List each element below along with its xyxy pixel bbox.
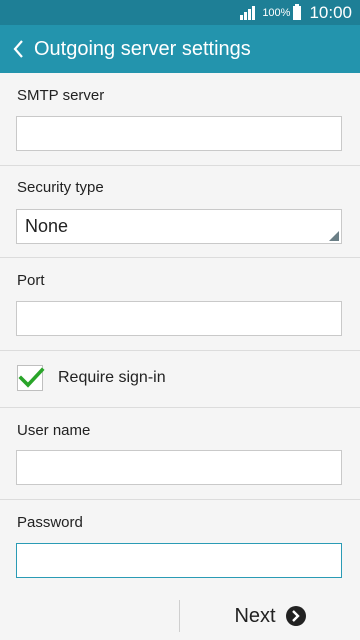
next-button[interactable]: Next [180, 592, 360, 640]
password-label: Password [17, 514, 83, 531]
port-section: Port [0, 257, 360, 351]
clock: 10:00 [309, 2, 352, 22]
user-name-section: User name [0, 407, 360, 500]
signal-icon [240, 5, 256, 20]
battery-percent: 100% [262, 6, 291, 19]
status-indicators: 100% 10:00 [240, 0, 352, 25]
require-signin-section: Require sign-in [0, 350, 360, 408]
dropdown-corner-arrow-icon [329, 231, 339, 241]
chevron-left-icon[interactable] [4, 25, 32, 73]
bottom-action-bar: Next [0, 592, 360, 640]
port-input[interactable] [16, 301, 342, 336]
user-name-label: User name [17, 422, 91, 439]
require-signin-row[interactable]: Require sign-in [0, 350, 360, 406]
user-name-input[interactable] [16, 450, 342, 485]
smtp-server-section: SMTP server [0, 73, 360, 166]
chevron-right-circle-icon [285, 606, 306, 626]
battery-icon [293, 3, 302, 20]
password-section: Password [0, 499, 360, 592]
require-signin-checkbox[interactable] [17, 365, 45, 391]
next-label: Next [234, 604, 276, 627]
status-bar: 100% 10:00 [0, 0, 360, 25]
require-signin-label: Require sign-in [58, 369, 166, 386]
security-type-section: Security type None [0, 165, 360, 258]
checkmark-icon [18, 367, 45, 388]
app-bar: Outgoing server settings [0, 25, 360, 73]
security-type-label: Security type [17, 179, 104, 196]
password-input[interactable] [16, 543, 342, 578]
smtp-server-input[interactable] [16, 116, 342, 151]
page-title: Outgoing server settings [34, 37, 251, 60]
smtp-server-label: SMTP server [17, 87, 105, 104]
port-label: Port [17, 272, 45, 289]
security-type-value: None [25, 216, 69, 236]
security-type-dropdown[interactable]: None [16, 209, 342, 244]
